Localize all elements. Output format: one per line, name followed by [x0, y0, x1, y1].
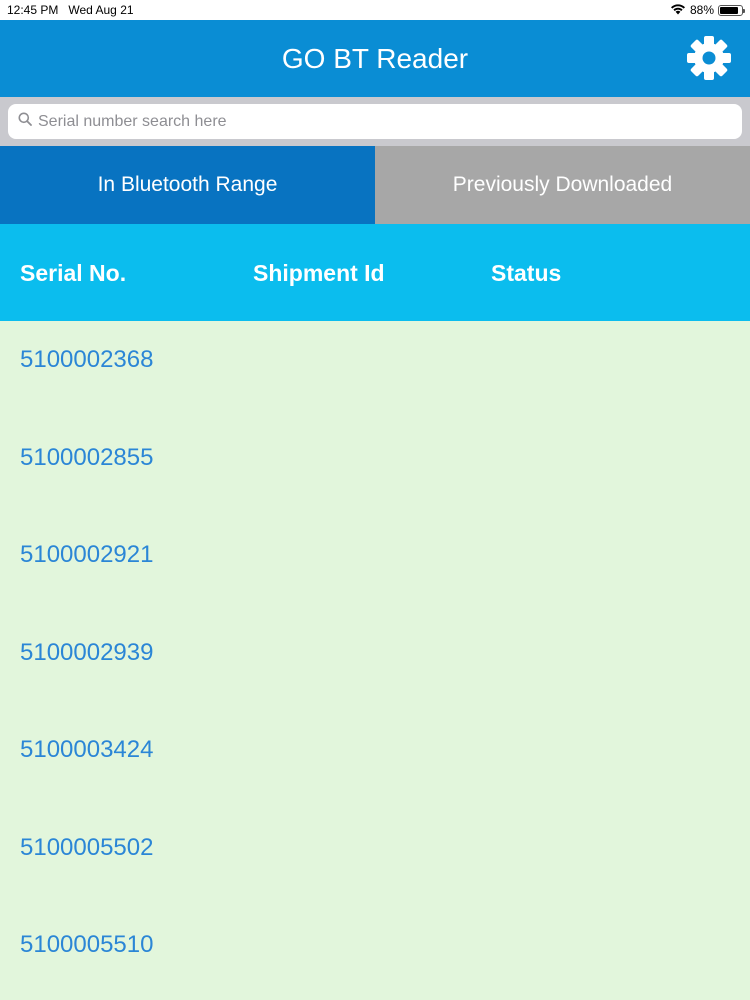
serial-number: 5100005502: [20, 833, 154, 861]
serial-number: 5100002921: [20, 541, 154, 568]
device-list[interactable]: 5100002368 5100002855 5100002921 5100002…: [0, 321, 750, 1000]
column-header-serial: Serial No.: [20, 260, 127, 286]
battery-percent: 88%: [689, 3, 714, 17]
serial-number: 5100002939: [20, 638, 154, 666]
wifi-icon: [670, 3, 686, 18]
status-date: Wed Aug 21: [68, 3, 134, 17]
table-row[interactable]: 5100003424: [0, 711, 750, 809]
table-row[interactable]: 5100002368: [0, 321, 750, 419]
search-input[interactable]: [38, 112, 698, 131]
tab-label: In Bluetooth Range: [97, 173, 278, 196]
serial-number: 5100003424: [20, 736, 154, 763]
gear-icon: [686, 35, 732, 86]
table-row[interactable]: 5100005510: [0, 906, 750, 1000]
tab-label: Previously Downloaded: [452, 173, 673, 196]
search-bar: [0, 97, 750, 146]
status-time: 12:45 PM: [7, 3, 59, 17]
navigation-bar: GO BT Reader: [0, 20, 750, 97]
status-right: 88%: [670, 3, 745, 18]
serial-number: 5100005510: [20, 931, 154, 958]
table-row[interactable]: 5100002939: [0, 614, 750, 712]
search-box[interactable]: [8, 104, 742, 139]
battery-fill: [720, 6, 739, 14]
table-row[interactable]: 5100005502: [0, 809, 750, 907]
column-header-status: Status: [491, 260, 562, 286]
serial-number: 5100002368: [20, 346, 154, 373]
tab-bar: In Bluetooth Range Previously Downloaded: [0, 146, 750, 224]
search-icon: [18, 112, 32, 131]
tab-previously-downloaded[interactable]: Previously Downloaded: [375, 146, 750, 224]
column-header-shipment: Shipment Id: [253, 260, 385, 286]
page-title: GO BT Reader: [281, 42, 469, 74]
serial-number: 5100002855: [20, 443, 154, 471]
settings-button[interactable]: [686, 35, 732, 86]
table-row[interactable]: 5100002855: [0, 419, 750, 517]
tab-in-bluetooth-range[interactable]: In Bluetooth Range: [0, 146, 375, 224]
table-row[interactable]: 5100002921: [0, 516, 750, 614]
battery-icon: [718, 4, 745, 16]
status-bar: 12:45 PM Wed Aug 21 88%: [0, 0, 750, 20]
table-header: Serial No. Shipment Id Status: [0, 224, 750, 321]
